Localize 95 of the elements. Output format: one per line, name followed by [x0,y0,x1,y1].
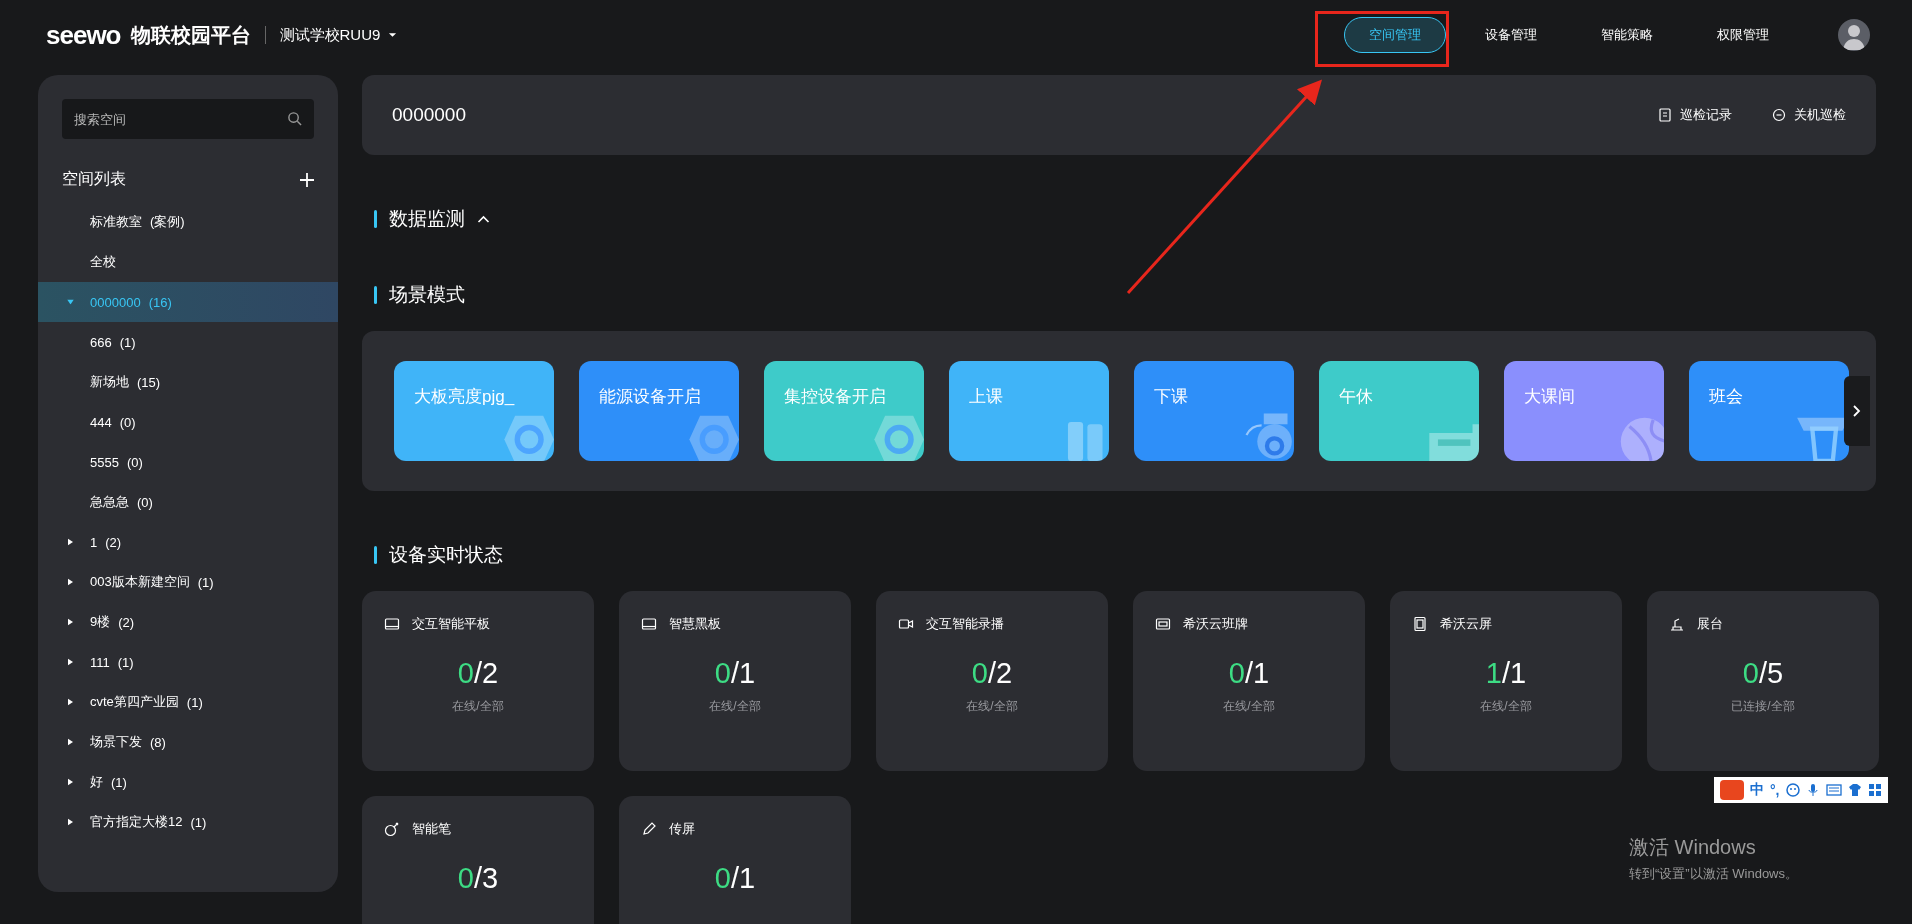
chevron-right-icon [1853,405,1861,417]
avatar[interactable] [1838,19,1870,51]
space-tree-item[interactable]: 场景下发 (8) [38,722,338,762]
device-status-card[interactable]: 交互智能录播 0/2 在线/全部 [876,591,1108,771]
device-name: 交互智能平板 [412,615,490,633]
microphone-icon [1805,783,1820,797]
device-count: 0/2 [970,657,1014,690]
platform-title: 物联校园平台 [130,22,251,48]
device-status-card[interactable]: 希沃云班牌 0/1 在线/全部 [1133,591,1365,771]
next-arrow-button[interactable] [1844,376,1870,446]
device-status-card[interactable]: 传屏 0/1 [619,796,851,924]
device-count: 0/5 [1741,657,1785,690]
device-status-card[interactable]: 智慧黑板 0/1 在线/全部 [619,591,851,771]
space-tree-item[interactable]: 官方指定大楼12 (1) [38,802,338,842]
device-count: 1/1 [1484,657,1528,690]
tablet-icon [1412,616,1428,632]
device-count: 0/2 [456,657,500,690]
nav-tab[interactable]: 智能策略 [1576,17,1678,53]
device-count-caption: 在线/全部 [965,698,1019,715]
activation-notice-text: 转到“设置”以激活 Windows。 [1629,865,1798,883]
section-title: 设备实时状态 [389,543,503,567]
expand-arrow-icon [67,698,73,706]
device-count: 0/1 [1227,657,1271,690]
school-selector[interactable]: 测试学校RUU9 [279,25,398,45]
monitor-icon [384,616,400,632]
monitor-icon [641,616,657,632]
smiley-icon [1785,783,1800,797]
device-name: 交互智能录播 [926,615,1004,633]
space-tree-item[interactable]: 0000000 (16) [38,282,338,322]
search-icon [287,111,302,126]
pen-icon [641,821,657,837]
space-tree-item[interactable]: 003版本新建空间 (1) [38,562,338,602]
space-tree-item[interactable]: 5555 (0) [38,442,338,482]
device-count: 0/3 [456,862,500,895]
space-tree-item[interactable]: 急急急 (0) [38,482,338,522]
grid-icon [1867,783,1882,797]
expand-arrow-icon [67,618,73,626]
expand-arrow-icon [67,778,73,786]
caret-icon [388,32,398,38]
space-tree-item[interactable]: 新场地 (15) [38,362,338,402]
space-tree-item[interactable]: 好 (1) [38,762,338,802]
expand-arrow-icon [67,818,73,826]
device-name: 智能笔 [412,820,451,838]
expand-arrow-icon [66,299,74,305]
device-name: 希沃云班牌 [1183,615,1248,633]
logo: seewo [46,19,121,51]
space-tree-item[interactable]: 9楼 (2) [38,602,338,642]
device-count-caption: 在线/全部 [708,698,762,715]
device-status-card[interactable]: 智能笔 0/3 [362,796,594,924]
list-title: 空间列表 [62,169,126,189]
space-tree-item[interactable]: 666 (1) [38,322,338,362]
expand-arrow-icon [67,578,73,586]
section-title: 场景模式 [389,283,465,307]
ime-toolbar[interactable]: 中 °, [1714,777,1888,803]
nav-tab[interactable]: 空间管理 [1344,17,1446,53]
camera-icon [898,616,914,632]
nav-tab[interactable]: 设备管理 [1460,17,1562,53]
expand-arrow-icon [67,658,73,666]
search-field[interactable]: 搜索空间 [62,99,314,139]
device-count: 0/1 [713,862,757,895]
device-name: 展台 [1697,615,1723,633]
header-action-link[interactable]: 巡检记录 [1658,106,1732,124]
shirt-icon [1847,783,1862,797]
activation-notice-title: 激活 Windows [1629,835,1757,860]
device-name: 希沃云屏 [1440,615,1492,633]
header-action-link[interactable]: 关机巡检 [1772,106,1846,124]
space-title: 0000000 [392,104,466,126]
collapse-chevron-icon[interactable] [477,215,490,223]
space-tree-item[interactable]: 1 (2) [38,522,338,562]
device-status-card[interactable]: 希沃云屏 1/1 在线/全部 [1390,591,1622,771]
device-count-caption: 在线/全部 [1222,698,1276,715]
sign-board-icon [1155,616,1171,632]
device-status-card[interactable]: 展台 0/5 已连接/全部 [1647,591,1879,771]
stand-icon [1669,616,1685,632]
section-title: 数据监测 [389,207,465,231]
space-tree-item[interactable]: 111 (1) [38,642,338,682]
minus-circle-icon [1772,108,1786,122]
space-tree-item[interactable]: 全校 [38,242,338,282]
device-count-caption: 在线/全部 [1479,698,1533,715]
device-status-card[interactable]: 交互智能平板 0/2 在线/全部 [362,591,594,771]
device-count-caption: 已连接/全部 [1730,698,1796,715]
device-count-caption: 在线/全部 [451,698,505,715]
device-count: 0/1 [713,657,757,690]
add-icon[interactable] [300,172,314,187]
space-tree-item[interactable]: 444 (0) [38,402,338,442]
expand-arrow-icon [67,538,73,546]
nav-tab[interactable]: 权限管理 [1692,17,1794,53]
document-icon [1658,108,1672,122]
expand-arrow-icon [67,738,73,746]
device-name: 智慧黑板 [669,615,721,633]
space-tree-item[interactable]: cvte第四产业园 (1) [38,682,338,722]
space-tree-item[interactable]: 标准教室 (案例) [38,202,338,242]
keyboard-icon [1825,784,1842,796]
ime-logo-icon [1720,780,1744,800]
device-name: 传屏 [669,820,695,838]
